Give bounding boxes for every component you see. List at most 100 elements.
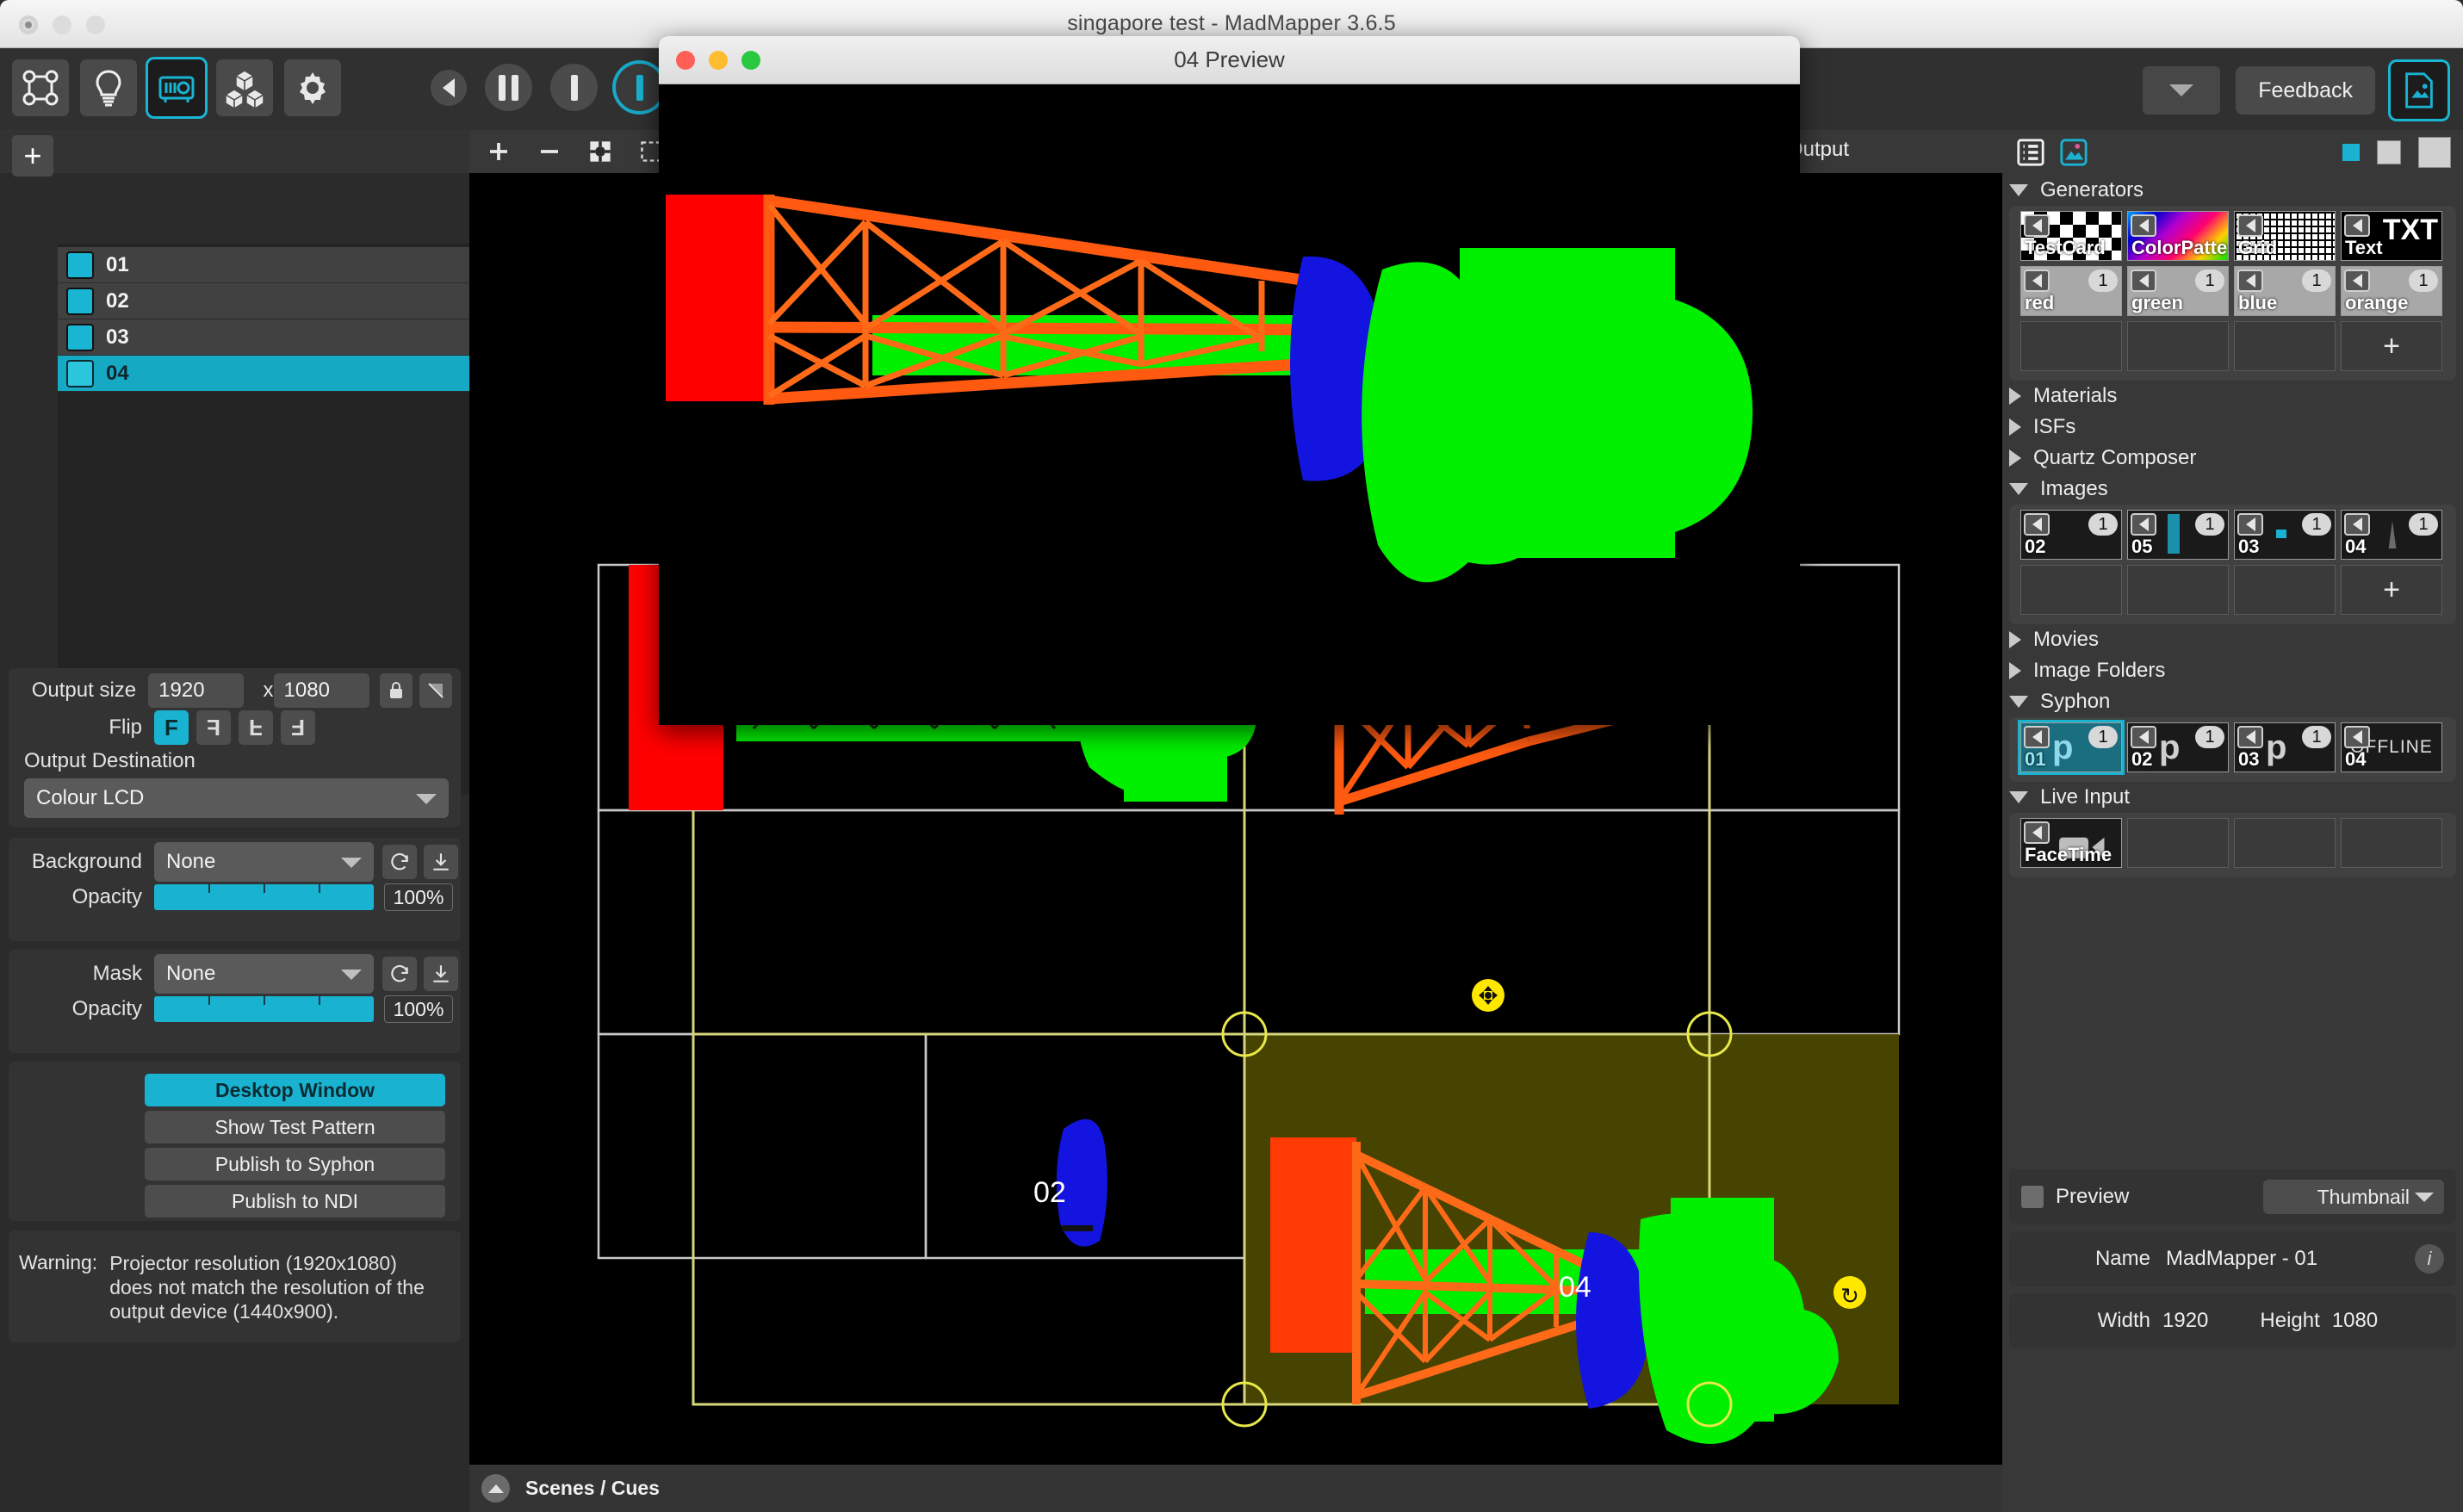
- group-image-folders[interactable]: Image Folders: [2002, 655, 2463, 686]
- output-width-input[interactable]: 1920: [148, 673, 245, 708]
- group-materials[interactable]: Materials: [2002, 381, 2463, 412]
- tile-empty[interactable]: [2020, 565, 2122, 615]
- surface-color-swatch[interactable]: [66, 359, 94, 387]
- tile-colorpattern[interactable]: ColorPatte: [2127, 211, 2229, 261]
- output-destination-select[interactable]: Colour LCD: [24, 778, 449, 818]
- surface-row-selected[interactable]: 04: [58, 356, 469, 392]
- collapse-left-panel-button[interactable]: [431, 69, 467, 106]
- tile-image-05[interactable]: 1 05: [2127, 510, 2229, 560]
- scenes-cues-label[interactable]: Scenes / Cues: [525, 1477, 660, 1500]
- surface-color-swatch[interactable]: [66, 287, 94, 315]
- size-small-icon[interactable]: [2342, 144, 2360, 161]
- tile-empty[interactable]: [2234, 818, 2336, 868]
- tile-add-generator[interactable]: +: [2341, 321, 2442, 371]
- preview-mode-select[interactable]: Thumbnail: [2263, 1180, 2444, 1214]
- minimize-button[interactable]: [53, 15, 71, 34]
- tile-syphon-04-offline[interactable]: OFFLINE 04: [2341, 722, 2442, 772]
- surface-row[interactable]: 02: [58, 283, 469, 319]
- toolbar-dropdown[interactable]: [2143, 66, 2221, 115]
- tile-preview-button[interactable]: [2024, 726, 2050, 748]
- maximize-button[interactable]: [86, 15, 105, 34]
- tile-preview-button[interactable]: [2237, 270, 2263, 292]
- tile-testcard[interactable]: TestCard: [2020, 211, 2122, 261]
- flip-horizontal-button[interactable]: F: [196, 710, 231, 745]
- flip-both-button[interactable]: F: [281, 710, 315, 745]
- grid-view-icon[interactable]: [2057, 136, 2090, 169]
- aspect-ratio-icon[interactable]: [419, 673, 452, 708]
- background-opacity-slider[interactable]: [154, 884, 374, 910]
- mask-opacity-slider[interactable]: [154, 996, 374, 1022]
- background-refresh-icon[interactable]: [382, 844, 417, 879]
- mask-refresh-icon[interactable]: [382, 956, 417, 991]
- flip-vertical-button[interactable]: F: [239, 710, 273, 745]
- tile-empty[interactable]: [2234, 565, 2336, 615]
- tile-image-03[interactable]: 1 03: [2234, 510, 2336, 560]
- tab-modules[interactable]: [216, 59, 273, 116]
- tile-preview-button[interactable]: [2237, 214, 2263, 237]
- tile-empty[interactable]: [2020, 321, 2122, 371]
- tile-red[interactable]: 1 red: [2020, 266, 2122, 316]
- play-button[interactable]: [616, 64, 663, 111]
- size-medium-icon[interactable]: [2377, 140, 2401, 164]
- close-button[interactable]: [19, 15, 38, 34]
- mask-opacity-value[interactable]: 100%: [384, 995, 453, 1023]
- tile-preview-button[interactable]: [2344, 726, 2370, 748]
- tile-image-02[interactable]: 1 02: [2020, 510, 2122, 560]
- zoom-in-icon[interactable]: [485, 138, 512, 165]
- mask-load-icon[interactable]: [424, 956, 458, 991]
- tile-text[interactable]: TXT Text: [2341, 211, 2442, 261]
- tile-facetime[interactable]: FaceTime: [2020, 818, 2122, 868]
- step-button[interactable]: [550, 64, 598, 111]
- preview-traffic-lights[interactable]: [676, 51, 760, 70]
- background-opacity-value[interactable]: 100%: [384, 883, 453, 911]
- tile-blue[interactable]: 1 blue: [2234, 266, 2336, 316]
- show-test-pattern-button[interactable]: Show Test Pattern: [145, 1111, 445, 1143]
- tile-preview-button[interactable]: [2131, 513, 2156, 536]
- output-height-input[interactable]: 1080: [273, 673, 369, 708]
- group-isfs[interactable]: ISFs: [2002, 412, 2463, 443]
- surface-row[interactable]: 01: [58, 247, 469, 283]
- tile-preview-button[interactable]: [2237, 726, 2263, 748]
- publish-to-syphon-button[interactable]: Publish to Syphon: [145, 1148, 445, 1180]
- surface-color-swatch[interactable]: [66, 323, 94, 351]
- tab-preferences[interactable]: [284, 59, 341, 116]
- lock-icon[interactable]: [379, 673, 413, 708]
- tile-preview-button[interactable]: [2024, 513, 2050, 536]
- background-select[interactable]: None: [154, 841, 374, 882]
- tile-preview-button[interactable]: [2024, 821, 2050, 844]
- surface-color-swatch[interactable]: [66, 251, 94, 279]
- info-icon[interactable]: i: [2415, 1244, 2444, 1273]
- publish-to-ndi-button[interactable]: Publish to NDI: [145, 1185, 445, 1218]
- tile-preview-button[interactable]: [2344, 214, 2370, 237]
- group-movies[interactable]: Movies: [2002, 624, 2463, 655]
- preview-checkbox[interactable]: [2021, 1186, 2044, 1208]
- tile-green[interactable]: 1 green: [2127, 266, 2229, 316]
- tile-preview-button[interactable]: [2024, 270, 2050, 292]
- group-images[interactable]: Images: [2002, 474, 2463, 505]
- tile-preview-button[interactable]: [2237, 513, 2263, 536]
- pause-button[interactable]: [485, 64, 532, 111]
- flip-none-button[interactable]: F: [154, 710, 189, 745]
- zoom-out-icon[interactable]: [536, 138, 563, 165]
- tile-preview-button[interactable]: [2024, 214, 2050, 237]
- tile-syphon-03[interactable]: p 1 03: [2234, 722, 2336, 772]
- tile-preview-button[interactable]: [2131, 214, 2156, 237]
- surface-row[interactable]: 03: [58, 319, 469, 356]
- window-traffic-lights[interactable]: [19, 15, 105, 34]
- media-library-toggle-button[interactable]: [2391, 62, 2447, 119]
- chevron-up-icon[interactable]: [481, 1474, 510, 1503]
- size-large-icon[interactable]: [2418, 137, 2451, 168]
- add-surface-button[interactable]: +: [12, 135, 53, 177]
- fit-icon[interactable]: [586, 138, 614, 165]
- tile-empty[interactable]: [2234, 321, 2336, 371]
- tile-empty[interactable]: [2127, 818, 2229, 868]
- desktop-window-button[interactable]: Desktop Window: [145, 1074, 445, 1106]
- tab-projector[interactable]: [148, 59, 205, 116]
- preview-window[interactable]: 04 Preview: [659, 36, 1800, 725]
- tile-image-04[interactable]: 1 04: [2341, 510, 2442, 560]
- tile-add-image[interactable]: +: [2341, 565, 2442, 615]
- background-load-icon[interactable]: [424, 844, 458, 879]
- group-syphon[interactable]: Syphon: [2002, 686, 2463, 717]
- tile-syphon-02[interactable]: p 1 02: [2127, 722, 2229, 772]
- name-value[interactable]: MadMapper - 01: [2166, 1247, 2317, 1271]
